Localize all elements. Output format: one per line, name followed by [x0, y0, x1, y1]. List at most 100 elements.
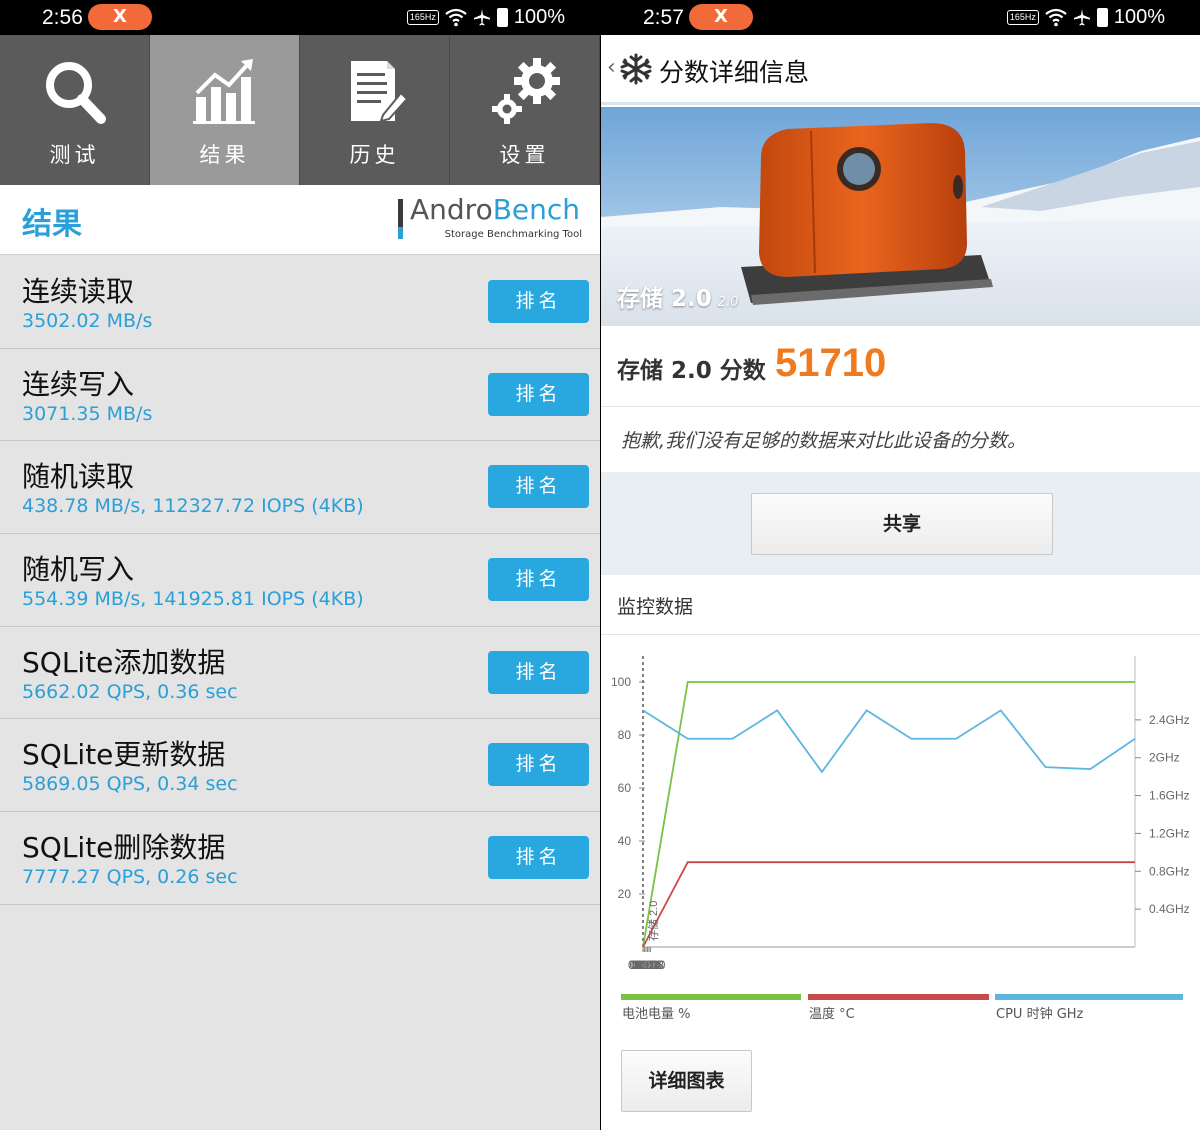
monitor-title: 监控数据 [617, 596, 694, 618]
legend-swatch-cpu [995, 994, 1183, 1000]
legend-label-battery: 电池电量 % [622, 1007, 691, 1022]
refresh-rate-icon: 165Hz [1006, 9, 1039, 25]
logo-tagline: Storage Benchmarking Tool [444, 229, 582, 240]
legend-swatch-temperature [808, 994, 989, 1000]
series-line-1 [642, 861, 1135, 948]
result-value: 3071.35 MB/s [22, 402, 153, 425]
monitor-chart: 100 80 60 40 20 2.4GHz 2GHz 1.6GHz 1.2GHz 0.8GHz 0… [601, 636, 1200, 1031]
result-row-sqlite-update: SQLite更新数据 5869.05 QPS, 0.34 sec 排名 [0, 719, 600, 813]
result-row-rand-read: 随机读取 438.78 MB/s, 112327.72 IOPS (4KB) 排… [0, 441, 600, 535]
rank-button[interactable]: 排名 [488, 558, 589, 602]
tab-test-label: 测试 [49, 143, 100, 167]
y-right-tick-label: 0.8GHz [1149, 864, 1190, 878]
result-value: 5869.05 QPS, 0.34 sec [22, 773, 238, 796]
result-name: 随机写入 [22, 553, 135, 587]
tab-test[interactable]: 测试 [0, 35, 150, 185]
page-title: 结果 [22, 207, 82, 242]
legend-label-temperature: 温度 °C [809, 1007, 855, 1022]
snowflake-icon[interactable] [619, 52, 653, 86]
tab-results-label: 结果 [199, 143, 250, 167]
logo-name-bench: Bench [492, 193, 581, 226]
legend-label-cpu: CPU 时钟 GHz [996, 1007, 1084, 1022]
result-name: SQLite更新数据 [22, 738, 226, 772]
legend-battery: 电池电量 % [621, 992, 801, 1022]
battery-level: 100% [513, 5, 565, 28]
result-name: 连续读取 [22, 275, 135, 308]
hero-version: 2.0 [717, 295, 739, 310]
result-name: 随机读取 [22, 460, 135, 494]
result-name: SQLite添加数据 [22, 645, 226, 679]
result-value: 3502.02 MB/s [22, 310, 153, 332]
series-line-2 [642, 709, 1136, 774]
result-value: 438.78 MB/s, 112327.72 IOPS (4KB) [22, 495, 364, 518]
share-button[interactable]: 共享 [751, 493, 1053, 555]
x-tick-label: 00:10 [635, 958, 665, 972]
chart-icon [193, 59, 255, 124]
result-value: 554.39 MB/s, 141925.81 IOPS (4KB) [22, 588, 364, 611]
rank-button[interactable]: 排名 [488, 465, 589, 509]
detail-chart-button[interactable]: 详细图表 [621, 1050, 752, 1112]
y-right-tick-label: 2.4GHz [1149, 713, 1190, 727]
y-left-tick-label: 80 [618, 728, 632, 742]
result-row-rand-write: 随机写入 554.39 MB/s, 141925.81 IOPS (4KB) 排… [0, 534, 600, 627]
status-bar: 2:57 X 165Hz 100% [601, 0, 1200, 35]
result-name: SQLite删除数据 [22, 831, 226, 865]
rank-button[interactable]: 排名 [488, 280, 589, 323]
battery-level: 100% [1113, 5, 1165, 28]
status-time: 2:56 [42, 6, 83, 29]
battery-icon [1096, 7, 1108, 27]
tab-settings-label: 设置 [499, 143, 550, 167]
legend-cpu: CPU 时钟 GHz [995, 992, 1183, 1022]
legend-temperature: 温度 °C [808, 992, 989, 1022]
start-marker-label: 存储 2.0 [646, 901, 660, 941]
comparison-notice: 抱歉,我们没有足够的数据来对比此设备的分数。 [601, 408, 1200, 472]
tab-history[interactable]: 历史 [300, 35, 450, 185]
score-details-screen: 2:57 X 165Hz 100% ‹ 分数详细信息 存储 2.0 2.0 存储… [601, 0, 1200, 1130]
result-name: 连续写入 [22, 367, 135, 401]
rank-button[interactable]: 排名 [488, 743, 589, 787]
y-right-tick-label: 1.2GHz [1149, 826, 1190, 840]
result-row-sqlite-delete: SQLite删除数据 7777.27 QPS, 0.26 sec 排名 [0, 812, 600, 905]
airplane-icon [473, 9, 490, 26]
status-pill: X [88, 4, 152, 30]
chart-legend: 电池电量 % 温度 °C CPU 时钟 GHz [621, 992, 1183, 1022]
notice-text: 抱歉,我们没有足够的数据来对比此设备的分数。 [621, 430, 1027, 452]
logo-bar-accent [398, 227, 403, 239]
tab-history-label: 历史 [349, 143, 400, 167]
top-bar: ‹ 分数详细信息 [601, 35, 1200, 105]
rank-button[interactable]: 排名 [488, 836, 589, 880]
score-value: 51710 [775, 341, 887, 385]
share-area: 共享 [601, 472, 1200, 575]
hero-label: 存储 2.0 2.0 [617, 279, 738, 313]
gear-icon [492, 58, 560, 124]
status-icons: 165Hz 100% [406, 4, 565, 30]
result-row-seq-read: 连续读取 3502.02 MB/s 排名 [0, 256, 600, 349]
main-tabs: 测试 结果 历史 设置 [0, 35, 600, 185]
rank-button[interactable]: 排名 [488, 650, 589, 694]
status-icons: 165Hz 100% [1006, 4, 1165, 30]
score-row: 存储 2.0 分数 51710 [601, 327, 1200, 407]
status-bar: 2:56 X 165Hz 100% [0, 0, 600, 35]
hero-image: 存储 2.0 2.0 [601, 107, 1200, 326]
tab-results[interactable]: 结果 [150, 35, 300, 185]
search-icon [46, 62, 106, 124]
rank-button[interactable]: 排名 [488, 372, 589, 416]
logo-name-andro: Andro [410, 193, 493, 226]
tab-settings[interactable]: 设置 [450, 35, 600, 185]
y-right-tick-label: 2GHz [1149, 751, 1180, 765]
y-left-tick-label: 60 [618, 781, 632, 795]
y-left-tick-label: 40 [618, 834, 632, 848]
wifi-icon [1045, 8, 1067, 27]
results-list: 连续读取 3502.02 MB/s 排名 连续写入 3071.35 MB/s 排… [0, 256, 600, 905]
logo-name: AndroBench [410, 193, 580, 226]
status-pill: X [689, 4, 753, 30]
result-value: 5662.02 QPS, 0.36 sec [22, 680, 238, 703]
history-icon [351, 61, 407, 123]
wifi-icon [445, 8, 467, 27]
status-time: 2:57 [643, 6, 684, 29]
monitor-chart-svg: 100 80 60 40 20 2.4GHz 2GHz 1.6GHz 1.2GHz 0.8GHz 0… [611, 656, 1190, 972]
airplane-icon [1073, 9, 1090, 26]
androbench-screen: 2:56 X 165Hz 100% 测试 结果 历史 设置 结果 AndroBe… [0, 0, 600, 1130]
back-chevron-icon[interactable]: ‹ [607, 55, 616, 80]
result-row-sqlite-insert: SQLite添加数据 5662.02 QPS, 0.36 sec 排名 [0, 626, 600, 720]
